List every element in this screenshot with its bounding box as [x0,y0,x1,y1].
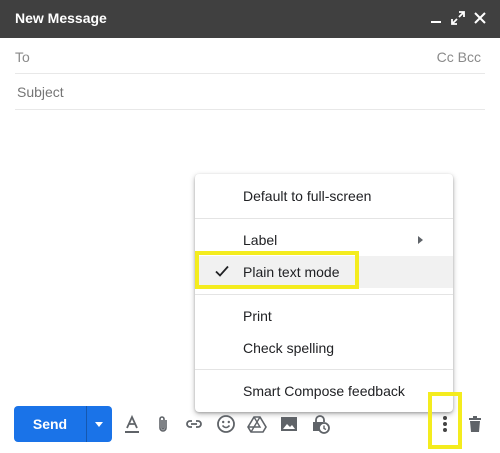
formatting-icon[interactable] [121,413,143,435]
minimize-icon[interactable] [426,8,446,28]
menu-divider [195,218,453,219]
to-field[interactable]: To Cc Bcc [15,39,485,74]
menu-item-check-spelling[interactable]: Check spelling [195,332,453,364]
more-options-icon[interactable] [438,412,452,436]
send-options-button[interactable] [86,406,112,442]
cc-bcc-links: Cc Bcc [437,49,481,65]
to-label: To [15,49,30,65]
more-options-menu: Default to full-screen Label Plain text … [195,174,453,412]
link-icon[interactable] [183,413,205,435]
close-icon[interactable] [470,8,490,28]
drive-icon[interactable] [246,413,268,435]
checkmark-icon [213,262,231,280]
menu-item-print[interactable]: Print [195,300,453,332]
menu-item-label: Print [243,308,272,324]
attach-icon[interactable] [152,413,174,435]
menu-item-label: Label [243,232,278,248]
confidential-icon[interactable] [309,413,331,435]
subject-field [15,75,489,110]
menu-item-label: Check spelling [243,340,335,356]
menu-item-label-submenu[interactable]: Label [195,224,453,256]
cc-link[interactable]: Cc [437,49,454,65]
submenu-arrow-icon [418,236,423,244]
chevron-down-icon [95,422,103,427]
subject-input[interactable] [15,75,489,109]
compose-header: New Message [0,0,500,38]
window-title: New Message [15,10,107,26]
menu-item-label: Default to full-screen [243,188,372,204]
fullscreen-icon[interactable] [448,8,468,28]
menu-item-label: Smart Compose feedback [243,383,405,399]
menu-item-plain-text-mode[interactable]: Plain text mode [195,256,453,288]
menu-divider [195,369,453,370]
photo-icon[interactable] [278,413,300,435]
bcc-link[interactable]: Bcc [458,49,481,65]
emoji-icon[interactable] [215,413,237,435]
send-button[interactable]: Send [14,406,86,442]
trash-icon[interactable] [464,413,486,435]
menu-item-smart-compose-feedback[interactable]: Smart Compose feedback [195,375,453,407]
menu-item-label: Plain text mode [243,264,340,280]
menu-divider [195,294,453,295]
menu-item-full-screen[interactable]: Default to full-screen [195,180,453,212]
